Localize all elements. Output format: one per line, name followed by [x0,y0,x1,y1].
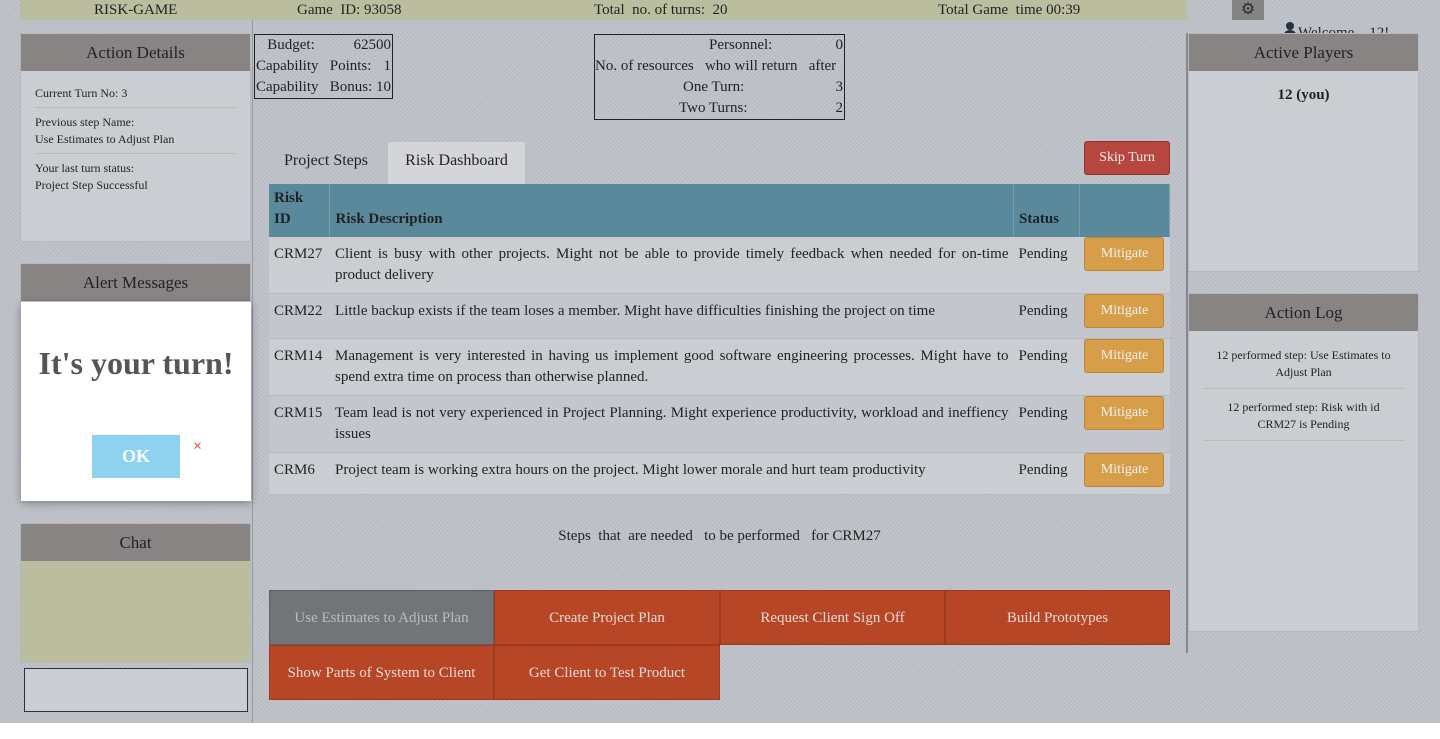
capability-bonus-value: 10 [376,79,391,95]
chat-input[interactable] [24,668,248,712]
game-screen: RISK-GAME Game ID: 93058 Total no. of tu… [0,0,1440,723]
previous-step: Previous step Name: Use Estimates to Adj… [35,108,236,154]
app-name: RISK-GAME [94,2,178,18]
ok-button[interactable]: OK [92,435,180,478]
budget-box: Budget: 62500 Capability Points: 1 Capabil… [254,34,393,99]
alert-messages-panel: Alert Messages [20,263,251,303]
one-turn-label: One Turn: [683,79,745,95]
modal-title: It's your turn! [38,345,234,381]
risk-table-header: Risk ID Risk Description Status [269,184,1171,237]
risk-description: Management is very interested in having … [329,338,1014,396]
log-entry: 12 performed step: Use Estimates to Adju… [1203,331,1404,389]
table-row: CRM27 Client is busy with other projects… [269,237,1170,294]
last-turn-status: Your last turn status: Project Step Succ… [35,161,148,192]
settings-button[interactable]: ⚙ [1232,0,1264,20]
active-players-panel: Active Players 12 (you) [1188,33,1419,272]
steps-caption: Steps that are needed to be performed fo… [558,528,881,544]
mitigate-button[interactable]: Mitigate [1084,294,1165,328]
risk-status: Pending [1013,395,1080,453]
header-status: Status [1013,184,1080,237]
top-bar: RISK-GAME Game ID: 93058 Total no. of tu… [20,0,1187,20]
table-row: CRM6 Project team is working extra hours… [269,452,1170,495]
alert-messages-title: Alert Messages [21,264,250,301]
header-risk-id: Risk ID [269,184,331,237]
total-turns: Total no. of turns: 20 [594,2,728,18]
header-action [1079,184,1171,237]
risk-id: CRM27 [269,237,330,294]
risk-table: Risk ID Risk Description Status CRM27 Cli… [269,184,1171,495]
mitigate-button[interactable]: Mitigate [1084,453,1165,487]
risk-description: Client is busy with other projects. Migh… [329,237,1014,294]
risk-description: Team lead is not very experienced in Pro… [329,395,1014,453]
budget-label: Budget: [256,37,315,53]
gear-icon: ⚙ [1240,1,1256,18]
capability-points-label: Capability Points: [256,58,372,74]
mitigate-button[interactable]: Mitigate [1084,237,1165,271]
action-log-panel: Action Log 12 performed step: Use Estima… [1188,293,1419,632]
budget-value: 62500 [353,37,392,53]
risk-status: Pending [1013,293,1080,339]
chat-panel: Chat [20,523,251,663]
active-player-entry: 12 (you) [1277,87,1330,103]
capability-bonus-label: Capability Bonus: [256,79,373,95]
skip-turn-button[interactable]: Skip Turn [1084,141,1170,175]
current-turn: Current Turn No: 3 [35,71,236,108]
step-button-use-estimates[interactable]: Use Estimates to Adjust Plan [269,590,494,645]
header-risk-description: Risk Description [329,184,1014,237]
action-details-panel: Action Details Current Turn No: 3 Previo… [20,33,251,242]
chat-title: Chat [21,524,250,561]
table-row: CRM14 Management is very interested in h… [269,338,1170,396]
action-details-title: Action Details [21,34,250,71]
risk-description: Little backup exists if the team loses a… [329,293,1014,339]
capability-points-value: 1 [383,58,392,74]
risk-id: CRM6 [269,452,330,495]
risk-status: Pending [1013,338,1080,396]
close-icon[interactable]: × [193,438,202,456]
active-players-title: Active Players [1189,34,1418,71]
total-game-time: Total Game time 00:39 [938,2,1081,18]
step-button-show-parts[interactable]: Show Parts of System to Client [269,645,494,700]
game-id: Game ID: 93058 [297,2,402,18]
risk-id: CRM22 [269,293,330,339]
personnel-label: Personnel: [709,37,773,53]
personnel-value: 0 [835,37,844,53]
table-row: CRM15 Team lead is not very experienced … [269,395,1170,453]
chat-messages [21,561,250,662]
action-log-title: Action Log [1189,294,1418,331]
step-button-client-test[interactable]: Get Client to Test Product [494,645,720,700]
mitigate-button[interactable]: Mitigate [1084,396,1165,430]
risk-id: CRM15 [269,395,330,453]
step-button-build-prototypes[interactable]: Build Prototypes [945,590,1170,645]
left-divider [252,20,253,723]
mitigate-button[interactable]: Mitigate [1084,339,1165,373]
step-button-create-project-plan[interactable]: Create Project Plan [494,590,720,645]
log-entry: 12 performed step: Risk with id CRM27 is… [1203,389,1404,441]
risk-status: Pending [1013,237,1080,294]
turn-modal: It's your turn! OK × [21,302,251,501]
two-turns-label: Two Turns: [679,100,748,116]
risk-id: CRM14 [269,338,330,396]
table-row: CRM22 Little backup exists if the team l… [269,293,1170,339]
resources-return-label: No. of resources who will return after [595,58,837,74]
tab-risk-dashboard[interactable]: Risk Dashboard [388,142,525,184]
personnel-box: Personnel: 0 No. of resources who will r… [594,34,845,120]
step-button-request-client-sign-off[interactable]: Request Client Sign Off [720,590,945,645]
one-turn-value: 3 [835,79,844,95]
risk-description: Project team is working extra hours on t… [329,452,1014,495]
two-turns-value: 2 [835,100,844,116]
risk-status: Pending [1013,452,1080,495]
tab-project-steps[interactable]: Project Steps [270,142,382,184]
